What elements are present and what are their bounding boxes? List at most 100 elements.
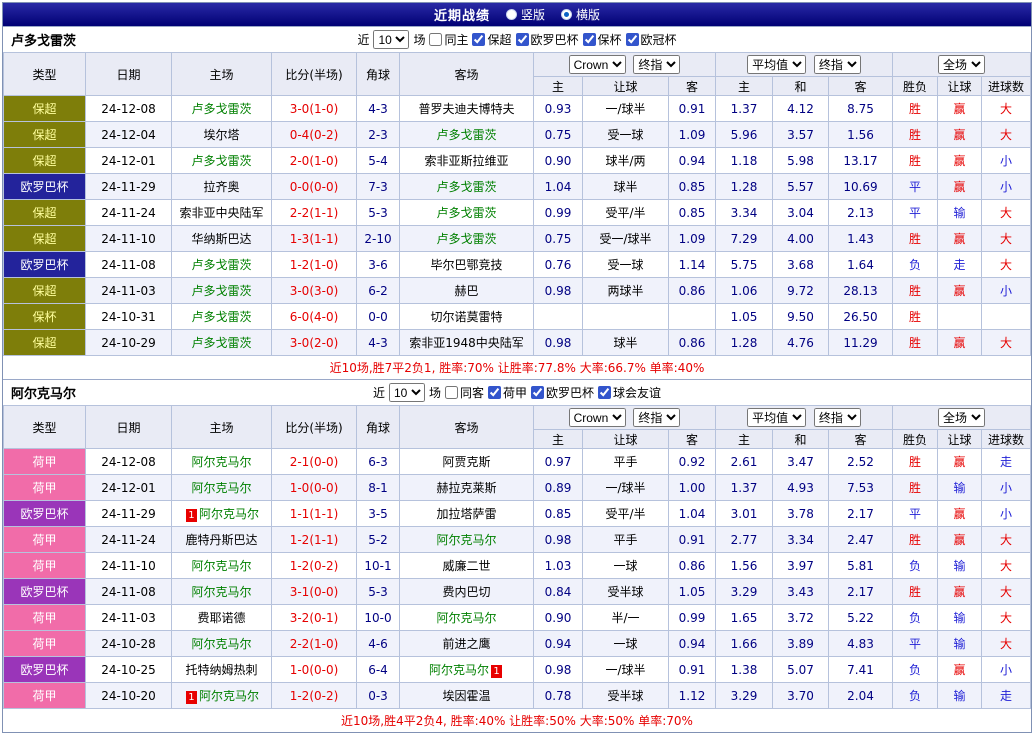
europe-company-select[interactable]: 平均值 <box>747 408 806 427</box>
handicap-odds-home: 0.76 <box>534 252 583 278</box>
europa-checkbox[interactable] <box>516 33 529 46</box>
result-goals: 走 <box>982 683 1031 709</box>
handicap-odds-home: 0.98 <box>534 330 583 356</box>
europe-kind-select[interactable]: 终指 <box>814 408 861 427</box>
sub-eu-away: 客 <box>829 77 893 96</box>
europe-odds-home: 1.06 <box>716 278 773 304</box>
view-radio-horizontal[interactable]: 横版 <box>561 6 600 23</box>
games-label: 场 <box>413 31 425 48</box>
view-radio-vertical[interactable]: 竖版 <box>506 6 545 23</box>
handicap-odds-home: 0.98 <box>534 278 583 304</box>
europe-kind-select[interactable]: 终指 <box>814 55 861 74</box>
filter-league-friendly[interactable]: 球会友谊 <box>598 384 661 401</box>
radio-icon <box>561 9 572 20</box>
filter-league-eredivisie[interactable]: 荷甲 <box>488 384 527 401</box>
filter-league-europa[interactable]: 欧罗巴杯 <box>531 384 594 401</box>
match-row: 荷甲 24-11-03 费耶诺德 3-2(0-1) 10-0 阿尔克马尔 0.9… <box>4 605 1031 631</box>
handicap-odds-home: 0.84 <box>534 579 583 605</box>
league-badge: 荷甲 <box>4 449 86 475</box>
handicap-line: 一球 <box>583 631 669 657</box>
team-name: 托特纳姆热刺 <box>185 663 257 677</box>
handicap-line: 平手 <box>583 449 669 475</box>
corner-cell: 2-10 <box>357 226 400 252</box>
home-team-cell: 1阿尔克马尔 <box>172 501 272 527</box>
result-winloss: 负 <box>893 553 938 579</box>
ouguan-checkbox[interactable] <box>626 33 639 46</box>
handicap-line: 平手 <box>583 527 669 553</box>
team-name: 费内巴切 <box>442 585 490 599</box>
team-name: 卢多戈雷茨 <box>191 102 251 116</box>
europe-odds-draw: 3.70 <box>773 683 829 709</box>
europa-checkbox[interactable] <box>531 386 544 399</box>
same-away-checkbox[interactable] <box>445 386 458 399</box>
away-team-cell: 毕尔巴鄂竞技 <box>400 252 534 278</box>
score-cell: 3-1(0-0) <box>272 579 357 605</box>
team-name: 阿尔克马尔 <box>436 611 496 625</box>
friendly-checkbox[interactable] <box>598 386 611 399</box>
summary-line: 近10场,胜7平2负1, 胜率:70% 让胜率:77.8% 大率:66.7% 单… <box>3 356 1031 379</box>
result-goals: 大 <box>982 122 1031 148</box>
team-name: 前进之鹰 <box>442 637 490 651</box>
red-card-badge: 1 <box>186 691 197 704</box>
away-team-cell: 切尔诺莫雷特 <box>400 304 534 330</box>
away-team-cell: 威廉二世 <box>400 553 534 579</box>
odds-kind-select[interactable]: 终指 <box>633 408 680 427</box>
corner-cell: 10-1 <box>357 553 400 579</box>
league-badge: 欧罗巴杯 <box>4 252 86 278</box>
section-head: 卢多戈雷茨 近 10 场 同主 保超 欧罗巴杯 <box>3 26 1031 52</box>
handicap-odds-away: 1.00 <box>669 475 716 501</box>
handicap-odds-home: 0.75 <box>534 226 583 252</box>
corner-cell: 4-6 <box>357 631 400 657</box>
handicap-line: 一/球半 <box>583 657 669 683</box>
result-handicap: 赢 <box>938 226 982 252</box>
match-count-select[interactable]: 10 <box>373 30 409 49</box>
home-team-cell: 埃尔塔 <box>172 122 272 148</box>
score-cell: 1-2(1-1) <box>272 527 357 553</box>
corner-cell: 4-3 <box>357 96 400 122</box>
eredivisie-checkbox[interactable] <box>488 386 501 399</box>
filter-same-home[interactable]: 同主 <box>429 31 468 48</box>
team-name: 卢多戈雷茨 <box>436 206 496 220</box>
corner-cell: 5-4 <box>357 148 400 174</box>
filter-league-baobei[interactable]: 保杯 <box>583 31 622 48</box>
result-goals: 大 <box>982 252 1031 278</box>
handicap-odds-away: 0.91 <box>669 657 716 683</box>
corner-cell: 6-3 <box>357 449 400 475</box>
result-handicap: 赢 <box>938 174 982 200</box>
europe-odds-home: 3.29 <box>716 579 773 605</box>
handicap-odds-home: 0.78 <box>534 683 583 709</box>
europe-odds-away: 2.17 <box>829 501 893 527</box>
sub-eu-draw: 和 <box>773 77 829 96</box>
baochao-checkbox[interactable] <box>472 33 485 46</box>
handicap-line <box>583 304 669 330</box>
europe-company-select[interactable]: 平均值 <box>747 55 806 74</box>
odds-kind-select[interactable]: 终指 <box>633 55 680 74</box>
baobei-checkbox[interactable] <box>583 33 596 46</box>
filter-league-ouguan[interactable]: 欧冠杯 <box>626 31 677 48</box>
team-name: 毕尔巴鄂竞技 <box>430 258 502 272</box>
result-handicap: 赢 <box>938 657 982 683</box>
same-home-checkbox[interactable] <box>429 33 442 46</box>
corner-cell: 3-5 <box>357 501 400 527</box>
match-count-select[interactable]: 10 <box>389 383 425 402</box>
eredivisie-label: 荷甲 <box>503 384 527 401</box>
scope-group-header: 全场 <box>893 406 1031 430</box>
scope-select[interactable]: 全场 <box>938 55 985 74</box>
handicap-line: 受半球 <box>583 683 669 709</box>
match-row: 保超 24-11-03 卢多戈雷茨 3-0(3-0) 6-2 赫巴 0.98 两… <box>4 278 1031 304</box>
match-row: 保超 24-11-24 索非亚中央陆军 2-2(1-1) 5-3 卢多戈雷茨 0… <box>4 200 1031 226</box>
odds-company-select[interactable]: Crown <box>569 408 626 427</box>
handicap-odds-home: 0.90 <box>534 605 583 631</box>
europe-odds-home: 7.29 <box>716 226 773 252</box>
home-team-cell: 鹿特丹斯巴达 <box>172 527 272 553</box>
scope-select[interactable]: 全场 <box>938 408 985 427</box>
away-team-cell: 赫拉克莱斯 <box>400 475 534 501</box>
filter-same-away[interactable]: 同客 <box>445 384 484 401</box>
away-team-cell: 阿尔克马尔1 <box>400 657 534 683</box>
filter-league-europa[interactable]: 欧罗巴杯 <box>516 31 579 48</box>
team-title: 阿尔克马尔 <box>11 383 76 402</box>
odds-company-select[interactable]: Crown <box>569 55 626 74</box>
europe-odds-draw: 3.43 <box>773 579 829 605</box>
away-team-cell: 卢多戈雷茨 <box>400 200 534 226</box>
filter-league-baochao[interactable]: 保超 <box>472 31 511 48</box>
